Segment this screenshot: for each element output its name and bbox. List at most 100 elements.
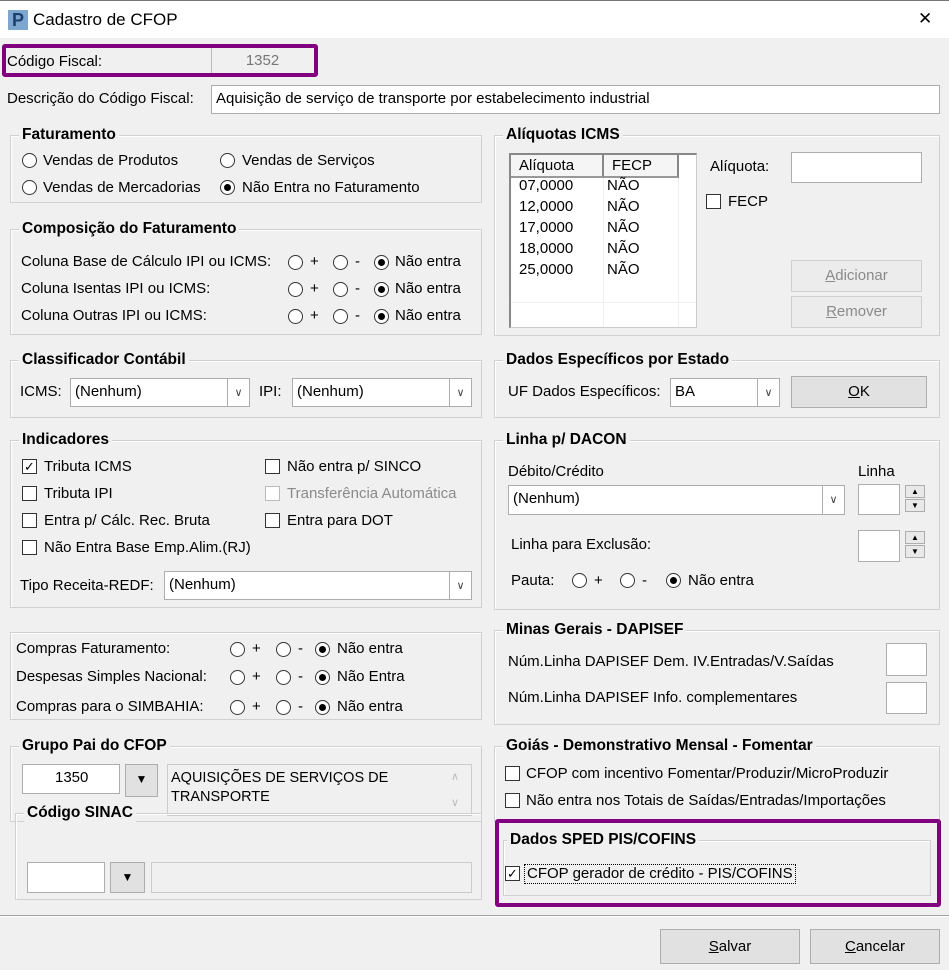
- checkbox-dot[interactable]: [265, 513, 280, 528]
- radio-label: Não Entra no Faturamento: [242, 179, 420, 196]
- radio-vendas-produtos[interactable]: [22, 153, 37, 168]
- remover-button[interactable]: Remover: [791, 296, 922, 328]
- radio-plus[interactable]: [230, 642, 245, 657]
- checkbox-rec-bruta[interactable]: [22, 513, 37, 528]
- minas-row1-label: Núm.Linha DAPISEF Dem. IV.Entradas/V.Saí…: [508, 653, 834, 670]
- spin-down-icon[interactable]: ▼: [905, 545, 925, 558]
- radio-label: -: [642, 572, 647, 589]
- chevron-down-icon[interactable]: ∨: [449, 379, 471, 406]
- chevron-down-icon[interactable]: ∨: [227, 379, 249, 406]
- radio-nao-entra[interactable]: [374, 255, 389, 270]
- chevron-down-icon[interactable]: ∨: [757, 379, 779, 406]
- tipo-receita-select[interactable]: (Nenhum) ∨: [164, 571, 472, 600]
- aliquota-input[interactable]: [791, 152, 922, 183]
- radio-plus[interactable]: [288, 282, 303, 297]
- codigo-label: Código Fiscal:: [7, 53, 103, 70]
- chevron-down-icon[interactable]: ∨: [449, 572, 471, 599]
- checkbox-label: Tributa ICMS: [44, 458, 132, 475]
- close-icon[interactable]: ✕: [918, 10, 932, 28]
- radio-minus[interactable]: [276, 670, 291, 685]
- cell-aliquota[interactable]: 07,0000: [519, 177, 573, 195]
- radio-vendas-mercadorias[interactable]: [22, 180, 37, 195]
- spin-down-icon[interactable]: ▼: [905, 499, 925, 512]
- scroll-up-icon[interactable]: ∧: [451, 768, 459, 786]
- radio-nao-entra[interactable]: [374, 282, 389, 297]
- linha-spinner[interactable]: ▲ ▼: [905, 485, 925, 513]
- radio-label: -: [355, 307, 360, 324]
- radio-pauta-minus[interactable]: [620, 573, 635, 588]
- uf-select[interactable]: BA ∨: [670, 378, 780, 407]
- cell-fecp[interactable]: NÃO: [607, 261, 640, 279]
- checkbox-sinco[interactable]: [265, 459, 280, 474]
- icms-value: (Nenhum): [75, 383, 142, 400]
- checkbox-label: Transferência Automática: [287, 485, 457, 502]
- radio-vendas-servicos[interactable]: [220, 153, 235, 168]
- chevron-down-icon[interactable]: ∨: [822, 486, 844, 514]
- cell-fecp[interactable]: NÃO: [607, 240, 640, 258]
- radio-nao-entra[interactable]: [315, 670, 330, 685]
- radio-minus[interactable]: [333, 282, 348, 297]
- cell-fecp[interactable]: NÃO: [607, 219, 640, 237]
- descricao-input[interactable]: Aquisição de serviço de transporte por e…: [211, 85, 940, 114]
- cell-aliquota[interactable]: 12,0000: [519, 198, 573, 216]
- radio-plus[interactable]: [288, 255, 303, 270]
- salvar-button[interactable]: Salvar: [660, 929, 800, 964]
- cell-aliquota[interactable]: 25,0000: [519, 261, 573, 279]
- column-header-fecp[interactable]: FECP: [604, 155, 679, 178]
- column-header-aliquota[interactable]: Alíquota: [511, 155, 604, 178]
- sped-credito-checkbox[interactable]: ✓: [505, 866, 520, 881]
- radio-pauta-plus[interactable]: [572, 573, 587, 588]
- minas-row1-input[interactable]: [886, 643, 927, 676]
- radio-nao-entra[interactable]: [315, 700, 330, 715]
- exclusao-label: Linha para Exclusão:: [511, 536, 652, 553]
- radio-label: -: [298, 698, 303, 715]
- goias-title: Goiás - Demonstrativo Mensal - Fomentar: [503, 737, 816, 755]
- checkbox-goias-totais[interactable]: [505, 793, 520, 808]
- ok-button[interactable]: OK: [791, 376, 927, 408]
- radio-label: +: [310, 280, 319, 297]
- linha-input[interactable]: [858, 484, 900, 515]
- sinac-code-input[interactable]: [27, 862, 105, 893]
- radio-minus[interactable]: [276, 700, 291, 715]
- grupo-pai-dropdown-button[interactable]: ▼: [125, 764, 158, 797]
- radio-minus[interactable]: [333, 255, 348, 270]
- cell-fecp[interactable]: NÃO: [607, 198, 640, 216]
- radio-minus[interactable]: [333, 309, 348, 324]
- tipo-receita-label: Tipo Receita-REDF:: [20, 577, 154, 594]
- uf-value: BA: [675, 383, 696, 400]
- minas-row2-input[interactable]: [886, 682, 927, 714]
- spin-up-icon[interactable]: ▲: [905, 485, 925, 498]
- icms-select[interactable]: (Nenhum) ∨: [70, 378, 250, 407]
- cell-aliquota[interactable]: 18,0000: [519, 240, 573, 258]
- cell-fecp[interactable]: NÃO: [607, 177, 640, 195]
- scroll-down-icon[interactable]: ∨: [451, 794, 459, 812]
- cancelar-button[interactable]: Cancelar: [810, 929, 940, 964]
- ipi-label: IPI:: [259, 383, 282, 400]
- checkbox-emp-alim[interactable]: [22, 540, 37, 555]
- uf-label: UF Dados Específicos:: [508, 383, 661, 400]
- sinac-dropdown-button[interactable]: ▼: [110, 862, 145, 893]
- row-label: Coluna Base de Cálculo IPI ou ICMS:: [21, 253, 272, 270]
- exclusao-spinner[interactable]: ▲ ▼: [905, 531, 925, 559]
- radio-plus[interactable]: [230, 700, 245, 715]
- radio-minus[interactable]: [276, 642, 291, 657]
- radio-pauta-nao-entra[interactable]: [666, 573, 681, 588]
- faturamento-title: Faturamento: [19, 126, 119, 144]
- checkbox-tributa-ipi[interactable]: [22, 486, 37, 501]
- ipi-select[interactable]: (Nenhum) ∨: [292, 378, 472, 407]
- radio-nao-entra[interactable]: [374, 309, 389, 324]
- checkbox-goias-incentivo[interactable]: [505, 766, 520, 781]
- exclusao-input[interactable]: [858, 530, 900, 562]
- adicionar-button[interactable]: Adicionar: [791, 260, 922, 292]
- grupo-pai-code-input[interactable]: 1350: [22, 764, 120, 794]
- fecp-checkbox[interactable]: [706, 194, 721, 209]
- checkbox-tributa-icms[interactable]: ✓: [22, 459, 37, 474]
- checkbox-transferencia[interactable]: [265, 486, 280, 501]
- radio-nao-entra-faturamento[interactable]: [220, 180, 235, 195]
- radio-nao-entra[interactable]: [315, 642, 330, 657]
- spin-up-icon[interactable]: ▲: [905, 531, 925, 544]
- debito-select[interactable]: (Nenhum) ∨: [508, 485, 845, 515]
- cell-aliquota[interactable]: 17,0000: [519, 219, 573, 237]
- radio-plus[interactable]: [230, 670, 245, 685]
- radio-plus[interactable]: [288, 309, 303, 324]
